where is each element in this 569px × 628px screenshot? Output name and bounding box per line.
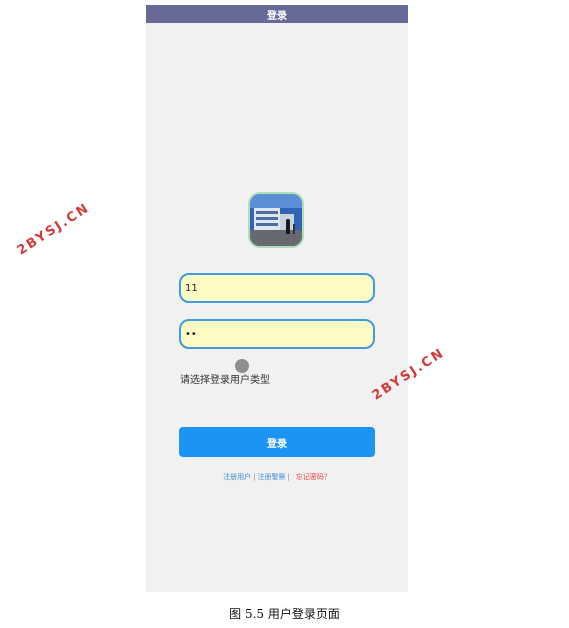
forgot-password-link[interactable]: 忘记密码？ [296,473,331,481]
usertype-select[interactable]: 请选择登录用户类型 [180,371,270,386]
building-photo-icon [250,194,302,246]
password-input[interactable] [179,319,375,349]
avatar [248,192,304,248]
page-title: 登录 [267,10,287,22]
phone-screen: 登录 请选择登录用户类型 登录 注册用户|注册警察|忘记密码？ [146,5,408,592]
register-user-link[interactable]: 注册用户 [223,473,251,481]
auth-links: 注册用户 | 注册警察 | 忘记密码？ [146,472,408,482]
link-separator: | [253,473,256,481]
title-bar: 登录 [146,5,408,23]
login-button[interactable]: 登录 [179,427,375,457]
watermark: 2BYSJ.CN [14,200,93,259]
register-police-link[interactable]: 注册警察 [258,473,286,481]
figure-caption: 图 5.5 用户登录页面 [229,607,340,621]
link-separator: | [287,473,290,481]
username-input[interactable] [179,273,375,303]
